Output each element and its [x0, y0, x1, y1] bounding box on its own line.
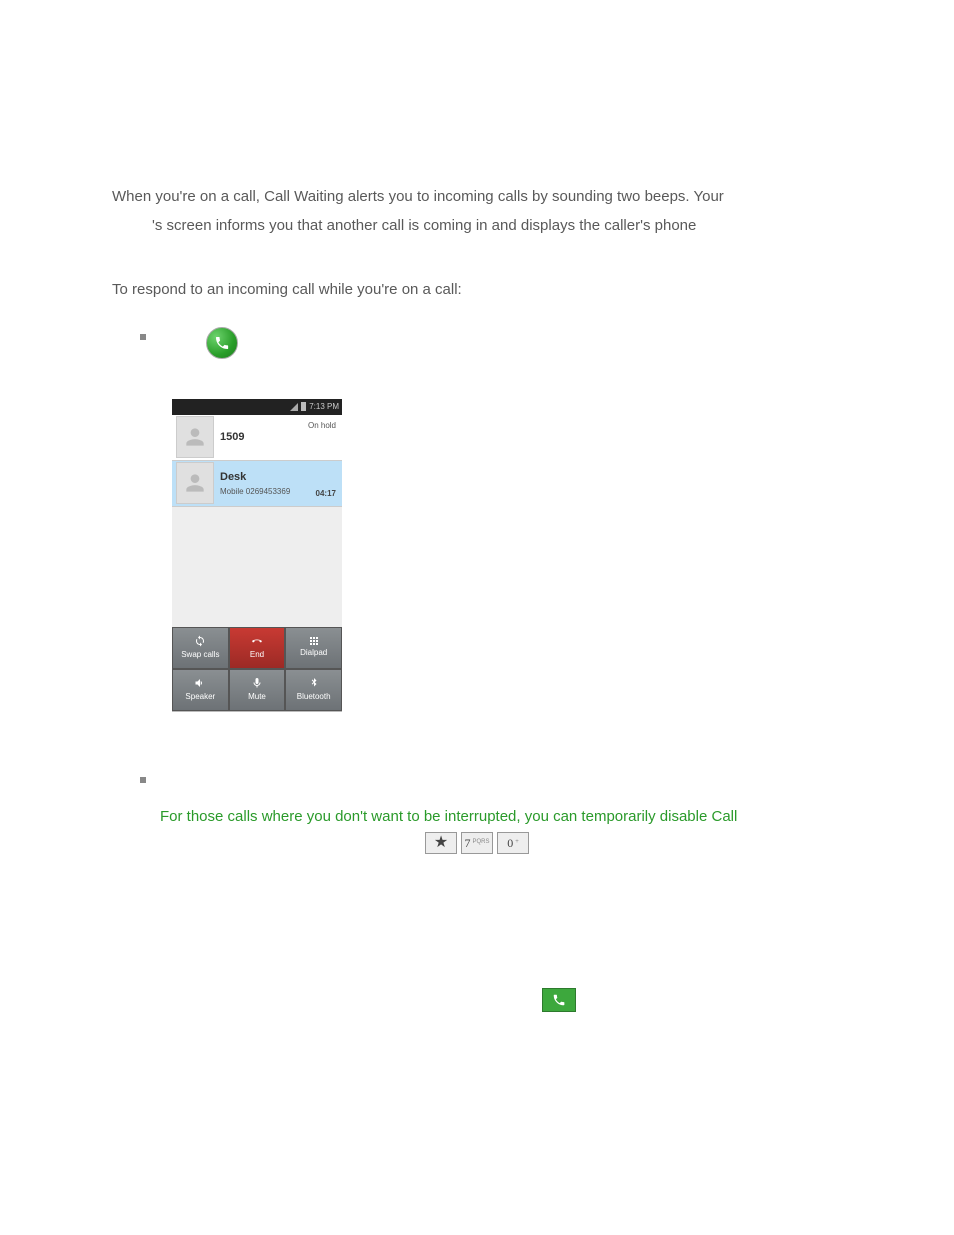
end-call-label: End	[250, 649, 264, 661]
paragraph-2: To respond to an incoming call while you…	[112, 278, 842, 301]
bullet-item-2	[112, 770, 842, 783]
key-zero-digit: 0	[507, 834, 513, 853]
avatar-icon	[176, 416, 214, 458]
hold-status: On hold	[308, 420, 336, 432]
swap-calls-button[interactable]: Swap calls	[172, 627, 229, 669]
active-call-duration: 04:17	[316, 488, 336, 500]
paragraph-1b: 's screen informs you that another call …	[112, 214, 842, 237]
speaker-button[interactable]: Speaker	[172, 669, 229, 711]
bullet-marker	[140, 777, 146, 783]
call-on-hold-row: 1509 On hold	[172, 415, 342, 461]
end-call-button[interactable]: End	[229, 627, 286, 669]
status-time: 7:13 PM	[309, 401, 339, 413]
key-seven-sub: PQRS	[472, 838, 489, 847]
battery-icon	[301, 402, 306, 411]
call-screen-body	[172, 507, 342, 627]
key-seven-digit: 7	[464, 834, 470, 853]
bullet-marker	[140, 334, 146, 340]
dialpad-label: Dialpad	[300, 647, 327, 659]
call-screen-screenshot: 7:13 PM 1509 On hold Desk Mobile 0269453…	[172, 399, 342, 712]
swap-calls-label: Swap calls	[181, 649, 219, 661]
dialpad-button[interactable]: Dialpad	[285, 627, 342, 669]
status-bar: 7:13 PM	[172, 399, 342, 415]
dialpad-icon	[310, 637, 318, 645]
mute-button[interactable]: Mute	[229, 669, 286, 711]
avatar-icon	[176, 462, 214, 504]
bluetooth-label: Bluetooth	[297, 691, 331, 703]
key-zero-sub: +	[515, 838, 519, 847]
active-call-row: Desk Mobile 0269453369 04:17	[172, 461, 342, 507]
active-caller-name: Desk	[220, 469, 336, 486]
paragraph-1: When you're on a call, Call Waiting aler…	[112, 185, 842, 208]
call-button-icon	[542, 988, 576, 1012]
key-star: ★	[425, 832, 457, 854]
key-seven: 7PQRS	[461, 832, 493, 854]
signal-icon	[290, 403, 298, 411]
bullet-item-1	[112, 327, 842, 359]
speaker-label: Speaker	[185, 691, 215, 703]
in-call-buttons: Swap calls End Dialpad Speaker Mute Blue…	[172, 627, 342, 711]
answer-call-icon	[206, 327, 238, 359]
key-zero: 0+	[497, 832, 529, 854]
bluetooth-button[interactable]: Bluetooth	[285, 669, 342, 711]
mute-label: Mute	[248, 691, 266, 703]
dialpad-keys: ★ 7PQRS 0+	[112, 832, 842, 854]
tip-text: For those calls where you don't want to …	[112, 805, 842, 828]
